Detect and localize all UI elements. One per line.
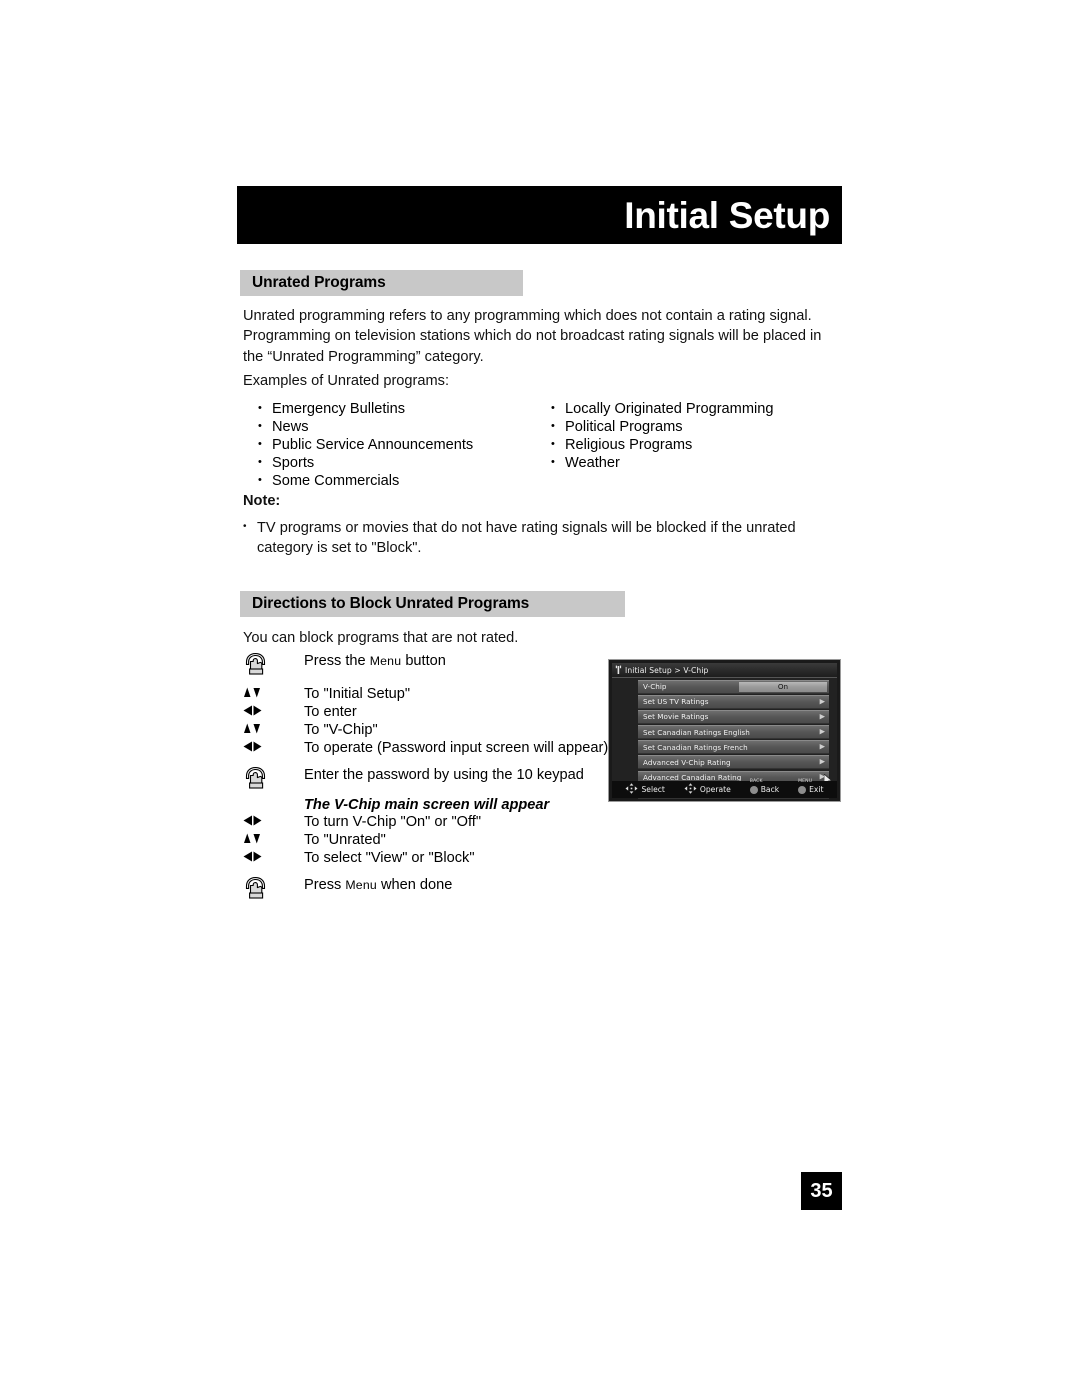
list-item: Weather xyxy=(551,454,773,472)
dpad-icon xyxy=(625,781,638,799)
tv-row-label: Advanced V-Chip Rating xyxy=(643,757,731,767)
tv-menu-row-set-us-tv-ratings[interactable]: Set US TV Ratings ▶ xyxy=(638,695,829,709)
tv-footer-back: BACK Back xyxy=(749,779,780,794)
step-text: To turn V-Chip "On" or "Off" xyxy=(304,813,481,830)
left-right-arrows-icon xyxy=(240,849,304,864)
left-right-arrows-icon xyxy=(240,813,304,828)
tv-footer-operate: Operate xyxy=(684,781,731,799)
instruction-steps-group-1: Press the Menu button To "Initial Setup" xyxy=(240,652,608,815)
list-item: Political Programs xyxy=(551,418,773,436)
step-row-emphasis: The V-Chip main screen will appear xyxy=(240,797,608,815)
tv-row-label: Set Canadian Ratings English xyxy=(643,727,750,737)
examples-label: Examples of Unrated programs: xyxy=(243,373,450,389)
chevron-right-icon: ▶ xyxy=(819,713,825,721)
list-item: Sports xyxy=(258,454,473,472)
tv-osd-titlebar: Initial Setup > V-Chip xyxy=(612,663,837,678)
left-right-arrows-icon xyxy=(240,703,304,718)
unrated-programs-intro-paragraph: Unrated programming refers to any progra… xyxy=(243,308,822,365)
hand-press-icon xyxy=(240,652,304,676)
tv-footer-label: Select xyxy=(641,785,665,794)
step-row: To enter xyxy=(240,703,608,721)
chevron-right-icon: ▶ xyxy=(819,743,825,751)
dpad-icon xyxy=(684,781,697,799)
page-title: Initial Setup xyxy=(624,194,830,236)
page-header-bar: Initial Setup xyxy=(237,186,842,244)
tv-osd-screenshot: Initial Setup > V-Chip V-Chip On Set US … xyxy=(608,659,841,802)
instruction-steps-group-2: To turn V-Chip "On" or "Off" To "Unrated… xyxy=(240,813,481,900)
step-row: To select "View" or "Block" xyxy=(240,849,481,867)
note-bullet-item: TV programs or movies that do not have r… xyxy=(243,517,843,559)
tv-menu-row-set-canadian-ratings-french[interactable]: Set Canadian Ratings French ▶ xyxy=(638,740,829,754)
list-item: Emergency Bulletins xyxy=(258,400,473,418)
page-number-badge: 35 xyxy=(801,1172,842,1210)
tv-row-label: Set Canadian Ratings French xyxy=(643,742,748,752)
step-row: To "V-Chip" xyxy=(240,721,608,739)
tv-menu-row-set-canadian-ratings-english[interactable]: Set Canadian Ratings English ▶ xyxy=(638,725,829,739)
list-item: Some Commercials xyxy=(258,472,473,490)
step-row: To turn V-Chip "On" or "Off" xyxy=(240,813,481,831)
examples-list-right: Locally Originated Programming Political… xyxy=(551,400,773,473)
chevron-right-icon: ▶ xyxy=(819,758,825,766)
tv-footer-tag: BACK xyxy=(749,779,763,784)
directions-intro-paragraph: You can block programs that are not rate… xyxy=(243,630,519,646)
section-heading-label: Directions to Block Unrated Programs xyxy=(252,595,530,612)
examples-list-left: Emergency Bulletins News Public Service … xyxy=(258,400,473,491)
step-row: Press Menu when done xyxy=(240,876,481,900)
tv-row-label: Set Movie Ratings xyxy=(643,712,709,722)
list-item: Religious Programs xyxy=(551,436,773,454)
tv-menu-row-set-movie-ratings[interactable]: Set Movie Ratings ▶ xyxy=(638,710,829,724)
step-text: Press the Menu button xyxy=(304,652,446,669)
manual-page: Initial Setup Unrated Programs Unrated p… xyxy=(0,0,1080,1397)
left-right-arrows-icon xyxy=(240,739,304,754)
tv-row-label: Set US TV Ratings xyxy=(643,697,709,707)
step-text: Press Menu when done xyxy=(304,876,453,893)
tv-row-value: On xyxy=(777,682,789,692)
hand-press-icon xyxy=(240,876,304,900)
step-text: To "Initial Setup" xyxy=(304,685,411,702)
emphasis-note: The V-Chip main screen will appear xyxy=(304,797,550,813)
tv-row-label: V-Chip xyxy=(643,682,667,692)
step-text: To "Unrated" xyxy=(304,831,386,848)
up-down-arrows-icon xyxy=(240,721,304,736)
tv-footer-label: Exit xyxy=(809,785,824,794)
tv-osd-inner: Initial Setup > V-Chip V-Chip On Set US … xyxy=(612,663,837,800)
tv-breadcrumb: Initial Setup > V-Chip xyxy=(625,665,709,675)
chevron-right-icon: ▶ xyxy=(819,698,825,706)
tv-osd-footer: Select Operate BACK Back MENU Exit xyxy=(612,779,837,799)
list-item: Locally Originated Programming xyxy=(551,400,773,418)
step-text: Enter the password by using the 10 keypa… xyxy=(304,766,584,783)
round-button-icon xyxy=(749,785,758,794)
note-body: TV programs or movies that do not have r… xyxy=(243,517,843,559)
tv-footer-label: Back xyxy=(760,785,780,794)
step-text: To select "View" or "Block" xyxy=(304,849,475,866)
step-row: Press the Menu button xyxy=(240,652,608,676)
tv-footer-tag: MENU xyxy=(798,779,813,784)
step-row: To "Unrated" xyxy=(240,831,481,849)
step-text: To operate (Password input screen will a… xyxy=(304,739,609,756)
tv-row-value-box[interactable]: On xyxy=(739,681,827,692)
list-item: Public Service Announcements xyxy=(258,436,473,454)
note-label: Note: xyxy=(243,493,281,509)
step-row: Enter the password by using the 10 keypa… xyxy=(240,766,608,790)
tv-menu-row-advanced-vchip-rating[interactable]: Advanced V-Chip Rating ▶ xyxy=(638,755,829,769)
list-item: News xyxy=(258,418,473,436)
hand-press-icon xyxy=(240,766,304,790)
tv-footer-select: Select xyxy=(625,781,665,799)
section-heading-unrated-programs: Unrated Programs xyxy=(240,270,523,296)
section-heading-label: Unrated Programs xyxy=(252,274,386,291)
up-down-arrows-icon xyxy=(240,685,304,700)
chevron-right-icon: ▶ xyxy=(819,728,825,736)
step-row: To "Initial Setup" xyxy=(240,685,608,703)
tv-footer-label: Operate xyxy=(699,785,731,794)
step-text: To enter xyxy=(304,703,357,720)
step-row: To operate (Password input screen will a… xyxy=(240,739,608,757)
step-text: To "V-Chip" xyxy=(304,721,378,738)
up-down-arrows-icon xyxy=(240,831,304,846)
tv-menu-marker-icon xyxy=(612,665,625,675)
tv-footer-exit: MENU Exit xyxy=(798,779,824,794)
section-heading-directions: Directions to Block Unrated Programs xyxy=(240,591,625,617)
tv-menu-row-vchip[interactable]: V-Chip On xyxy=(638,680,829,694)
round-button-icon xyxy=(798,785,807,794)
